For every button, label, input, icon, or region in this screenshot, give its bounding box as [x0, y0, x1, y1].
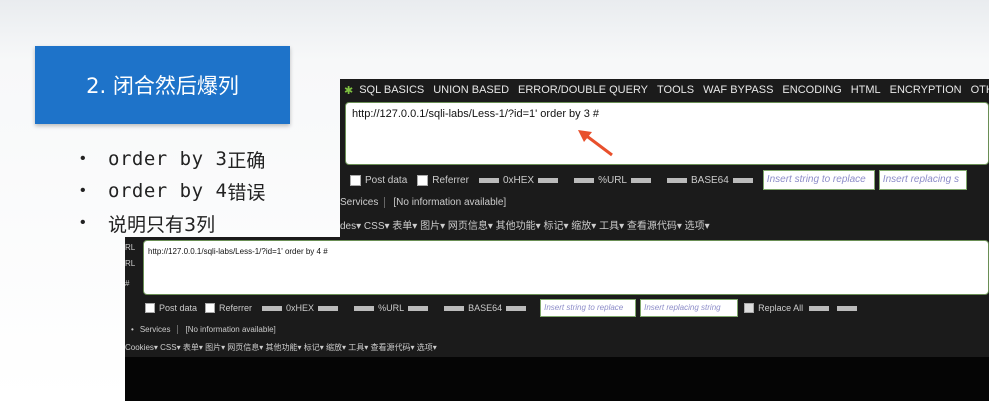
referrer-label: Referrer	[432, 174, 469, 186]
referrer-label: Referrer	[219, 303, 253, 313]
hackbar-panel-1: ✱ SQL BASICS UNION BASED ERROR/DOUBLE QU…	[340, 79, 989, 237]
arrow-right-icon[interactable]	[506, 305, 527, 311]
bullet-code: order by 4	[108, 180, 228, 202]
arrow-left-icon[interactable]	[666, 177, 687, 183]
bullet-item: • order by 3 正确	[80, 143, 265, 175]
replacing-string-input[interactable]: Insert replacing s	[878, 170, 967, 190]
arrow-left-icon[interactable]	[354, 305, 375, 311]
menu-encoding[interactable]: ENCODING	[782, 84, 841, 96]
replace-string-input[interactable]: Insert string to replace	[762, 170, 875, 190]
bullet-text: 错误	[227, 181, 266, 204]
arrow-right-icon[interactable]	[538, 177, 559, 183]
arrow-left-icon[interactable]	[444, 305, 465, 311]
slide-title: 2. 闭合然后爆列	[35, 46, 290, 124]
red-arrow-icon	[578, 130, 613, 157]
star-icon: ✱	[344, 84, 354, 97]
replace-string-input[interactable]: Insert string to replace	[540, 299, 637, 317]
menu-html[interactable]: HTML	[851, 84, 881, 96]
arrow-right-icon[interactable]	[809, 305, 830, 311]
referrer-checkbox[interactable]	[205, 303, 216, 313]
menu-sql-basics[interactable]: SQL BASICS	[359, 84, 424, 96]
base64-label: BASE64	[468, 303, 503, 313]
hex-label: 0xHEX	[286, 303, 315, 313]
replacing-string-input[interactable]: Insert replacing string	[640, 299, 739, 317]
bullet-text: 正确	[227, 149, 266, 172]
info-status: [No information available]	[176, 324, 276, 334]
menu-waf-bypass[interactable]: WAF BYPASS	[703, 84, 773, 96]
hackbar-menubar: ✱ SQL BASICS UNION BASED ERROR/DOUBLE QU…	[340, 79, 989, 101]
menu-error-double-query[interactable]: ERROR/DOUBLE QUERY	[518, 84, 648, 96]
post-data-checkbox[interactable]	[145, 303, 155, 313]
services-menu[interactable]: Services	[340, 197, 378, 208]
bullet-item: • 说明只有3列	[80, 207, 265, 239]
referrer-checkbox[interactable]	[417, 174, 429, 186]
url-text: http://127.0.0.1/sqli-labs/Less-1/?id=1'…	[148, 247, 328, 256]
menu-other[interactable]: OTHER	[971, 84, 989, 96]
bullet-dot: •	[131, 324, 134, 334]
services-row: • Services [No information available]	[125, 321, 276, 337]
webdev-toolbar[interactable]: Cookies▾ CSS▾ 表单▾ 图片▾ 网页信息▾ 其他功能▾ 标记▾ 缩放…	[125, 339, 437, 355]
arrow-right-icon[interactable]	[408, 305, 429, 311]
arrow-right-icon[interactable]	[318, 305, 339, 311]
replace-all-checkbox[interactable]	[744, 303, 755, 313]
post-data-checkbox[interactable]	[350, 174, 361, 186]
services-menu[interactable]: Services	[140, 325, 171, 334]
info-status: [No information available]	[384, 196, 506, 208]
page-content-area	[125, 357, 989, 401]
hex-label: 0xHEX	[502, 174, 535, 186]
bullet-list: • order by 3 正确 • order by 4 错误 • 说明只有3列	[80, 143, 265, 239]
bullet-item: • order by 4 错误	[80, 175, 265, 207]
hackbar-toolbar: Post data Referrer 0xHEX %URL BASE64 Ins…	[340, 168, 989, 192]
menu-union-based[interactable]: UNION BASED	[433, 84, 509, 96]
hackbar-panel-2: RL RL # http://127.0.0.1/sqli-labs/Less-…	[125, 237, 989, 401]
replace-all-label: Replace All	[758, 303, 804, 313]
arrow-right-icon[interactable]	[732, 177, 753, 183]
menu-encryption[interactable]: ENCRYPTION	[890, 84, 962, 96]
arrow-right-icon[interactable]	[837, 305, 858, 311]
hackbar-toolbar: Post data Referrer 0xHEX %URL BASE64 Ins…	[125, 297, 989, 319]
arrow-left-icon[interactable]	[478, 177, 499, 183]
arrow-left-icon[interactable]	[574, 177, 595, 183]
side-label: #	[125, 279, 130, 288]
menu-tools[interactable]: TOOLS	[657, 84, 694, 96]
side-label: RL	[125, 243, 136, 252]
post-data-label: Post data	[365, 174, 408, 186]
arrow-right-icon[interactable]	[630, 177, 651, 183]
base64-label: BASE64	[690, 174, 729, 186]
url-textarea[interactable]: http://127.0.0.1/sqli-labs/Less-1/?id=1'…	[143, 240, 989, 295]
arrow-left-icon[interactable]	[262, 305, 283, 311]
bullet-text: 说明只有3列	[108, 213, 216, 236]
webdev-toolbar[interactable]: des▾ CSS▾ 表单▾ 图片▾ 网页信息▾ 其他功能▾ 标记▾ 缩放▾ 工具…	[340, 214, 710, 234]
url-encode-label: %URL	[378, 303, 405, 313]
url-encode-label: %URL	[598, 174, 627, 186]
services-row: Services [No information available]	[340, 192, 506, 212]
url-text: http://127.0.0.1/sqli-labs/Less-1/?id=1'…	[352, 108, 600, 120]
side-label: RL	[125, 259, 136, 268]
post-data-label: Post data	[159, 303, 198, 313]
url-textarea[interactable]: http://127.0.0.1/sqli-labs/Less-1/?id=1'…	[345, 102, 989, 165]
bullet-code: order by 3	[108, 148, 228, 170]
